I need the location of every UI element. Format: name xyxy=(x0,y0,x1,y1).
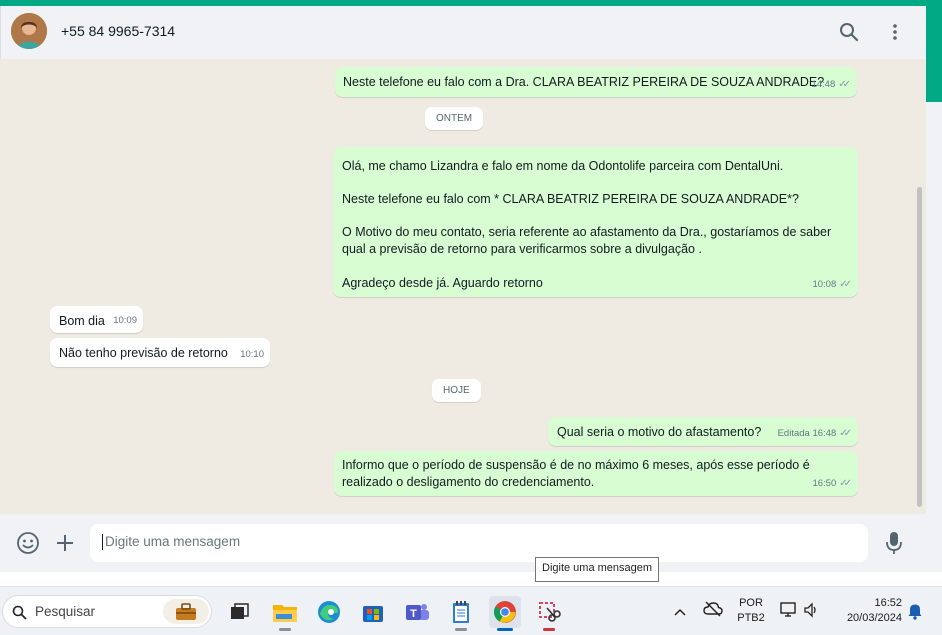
chrome-icon[interactable] xyxy=(489,596,521,631)
emoji-icon[interactable] xyxy=(16,531,40,555)
clock-date: 20/03/2024 xyxy=(846,612,902,624)
double-check-icon: ✓✓ xyxy=(838,79,851,90)
date-divider: HOJE xyxy=(432,379,481,402)
message-time: 10:09 xyxy=(113,315,137,326)
message-bubble-incoming[interactable]: Bom dia 10:09 xyxy=(50,306,143,333)
taskbar-search-label: Pesquisar xyxy=(35,604,96,619)
message-meta: 10:08 ✓✓ xyxy=(812,276,852,293)
running-indicator xyxy=(279,628,291,631)
message-text: Informo que o período de suspensão é de … xyxy=(342,458,810,472)
language-indicator[interactable]: POR PTB2 xyxy=(735,596,767,626)
contact-name[interactable]: +55 84 9965-7314 xyxy=(61,23,175,39)
attach-plus-icon[interactable] xyxy=(53,531,77,555)
message-time: 10:10 xyxy=(240,349,264,360)
message-meta: 10:10 xyxy=(240,346,264,363)
message-time: 14:48 xyxy=(811,79,836,90)
message-meta: 16:50 ✓✓ xyxy=(812,475,852,492)
message-input-placeholder: Digite uma mensagem xyxy=(105,534,241,549)
message-bubble-incoming[interactable]: Não tenho previsão de retorno 10:10 xyxy=(50,338,270,367)
microsoft-store-icon[interactable] xyxy=(357,596,389,628)
message-text: Bom dia xyxy=(59,314,105,328)
message-meta: Editada 16:48 ✓✓ xyxy=(778,425,852,442)
message-text: O Motivo do meu contato, seria referente… xyxy=(342,225,832,239)
double-check-icon: ✓✓ xyxy=(839,478,852,489)
speaker-icon[interactable] xyxy=(803,602,819,623)
window-edge xyxy=(926,102,942,572)
file-explorer-icon[interactable] xyxy=(269,596,301,631)
kebab-menu-icon[interactable] xyxy=(883,20,907,44)
message-time: 10:08 xyxy=(812,279,837,290)
search-icon[interactable] xyxy=(837,20,861,44)
message-bubble-outgoing[interactable]: Qual seria o motivo do afastamento? Edit… xyxy=(548,417,858,446)
windows-taskbar: Pesquisar T POR PTB2 16:52 20/03/2024 xyxy=(0,586,942,635)
message-text: realizado o desligamento do credenciamen… xyxy=(342,475,595,489)
snipping-tool-icon[interactable] xyxy=(533,596,565,631)
message-bubble-outgoing[interactable]: Informo que o período de suspensão é de … xyxy=(334,451,858,496)
chat-scrollbar[interactable] xyxy=(915,59,923,514)
message-input[interactable]: Digite uma mensagem xyxy=(90,524,868,562)
message-composer: Digite uma mensagem xyxy=(0,514,926,572)
running-indicator xyxy=(543,628,555,631)
message-text: Neste telefone eu falo com a Dra. CLARA … xyxy=(343,75,825,89)
chevron-up-icon[interactable] xyxy=(674,604,686,622)
double-check-icon: ✓✓ xyxy=(839,279,852,290)
message-meta: 10:09 xyxy=(113,312,137,329)
message-text: Olá, me chamo Lizandra e falo em nome da… xyxy=(342,159,784,173)
svg-text:T: T xyxy=(410,608,417,620)
active-indicator xyxy=(497,628,513,631)
message-text: Não tenho previsão de retorno xyxy=(59,346,228,360)
microphone-icon[interactable] xyxy=(882,531,906,555)
whatsapp-window: +55 84 9965-7314 Neste telefone eu falo … xyxy=(0,6,926,572)
text-caret xyxy=(102,534,103,551)
message-text: Neste telefone eu falo com * CLARA BEATR… xyxy=(342,192,799,206)
task-view-icon[interactable] xyxy=(224,596,256,628)
keyboard-layout: PTB2 xyxy=(737,612,765,624)
chat-header: +55 84 9965-7314 xyxy=(0,6,926,59)
notification-bell-icon[interactable] xyxy=(907,602,923,625)
message-text: Agradeço desde já. Aguardo retorno xyxy=(342,276,543,290)
date-divider: ONTEM xyxy=(425,107,484,130)
window-edge-accent xyxy=(926,6,942,102)
network-icon[interactable] xyxy=(780,602,798,623)
double-check-icon: ✓✓ xyxy=(839,428,852,439)
message-bubble-outgoing[interactable]: Olá, me chamo Lizandra e falo em nome da… xyxy=(333,147,858,297)
running-indicator xyxy=(455,628,467,631)
tooltip: Digite uma mensagem xyxy=(535,557,660,582)
contact-avatar[interactable] xyxy=(11,13,47,49)
scrollbar-thumb[interactable] xyxy=(917,187,922,507)
briefcase-icon xyxy=(163,599,209,624)
message-time: 16:50 xyxy=(812,478,837,489)
message-meta: 14:48 ✓✓ xyxy=(811,76,851,93)
clock-time: 16:52 xyxy=(874,597,902,609)
edge-browser-icon[interactable] xyxy=(313,596,345,628)
teams-icon[interactable]: T xyxy=(401,596,433,628)
search-icon xyxy=(12,605,27,620)
language-code: POR xyxy=(739,597,763,609)
notepad-icon[interactable] xyxy=(445,596,477,631)
cloud-offline-icon[interactable] xyxy=(703,601,723,622)
message-time: Editada 16:48 xyxy=(777,428,837,439)
message-text: qual a previsão de retorno para verifica… xyxy=(342,242,702,256)
chat-area: Neste telefone eu falo com a Dra. CLARA … xyxy=(0,59,926,514)
message-bubble-outgoing[interactable]: Neste telefone eu falo com a Dra. CLARA … xyxy=(335,67,857,97)
message-text: Qual seria o motivo do afastamento? xyxy=(557,425,762,439)
taskbar-search[interactable]: Pesquisar xyxy=(2,595,212,628)
clock[interactable]: 16:52 20/03/2024 xyxy=(834,596,902,626)
